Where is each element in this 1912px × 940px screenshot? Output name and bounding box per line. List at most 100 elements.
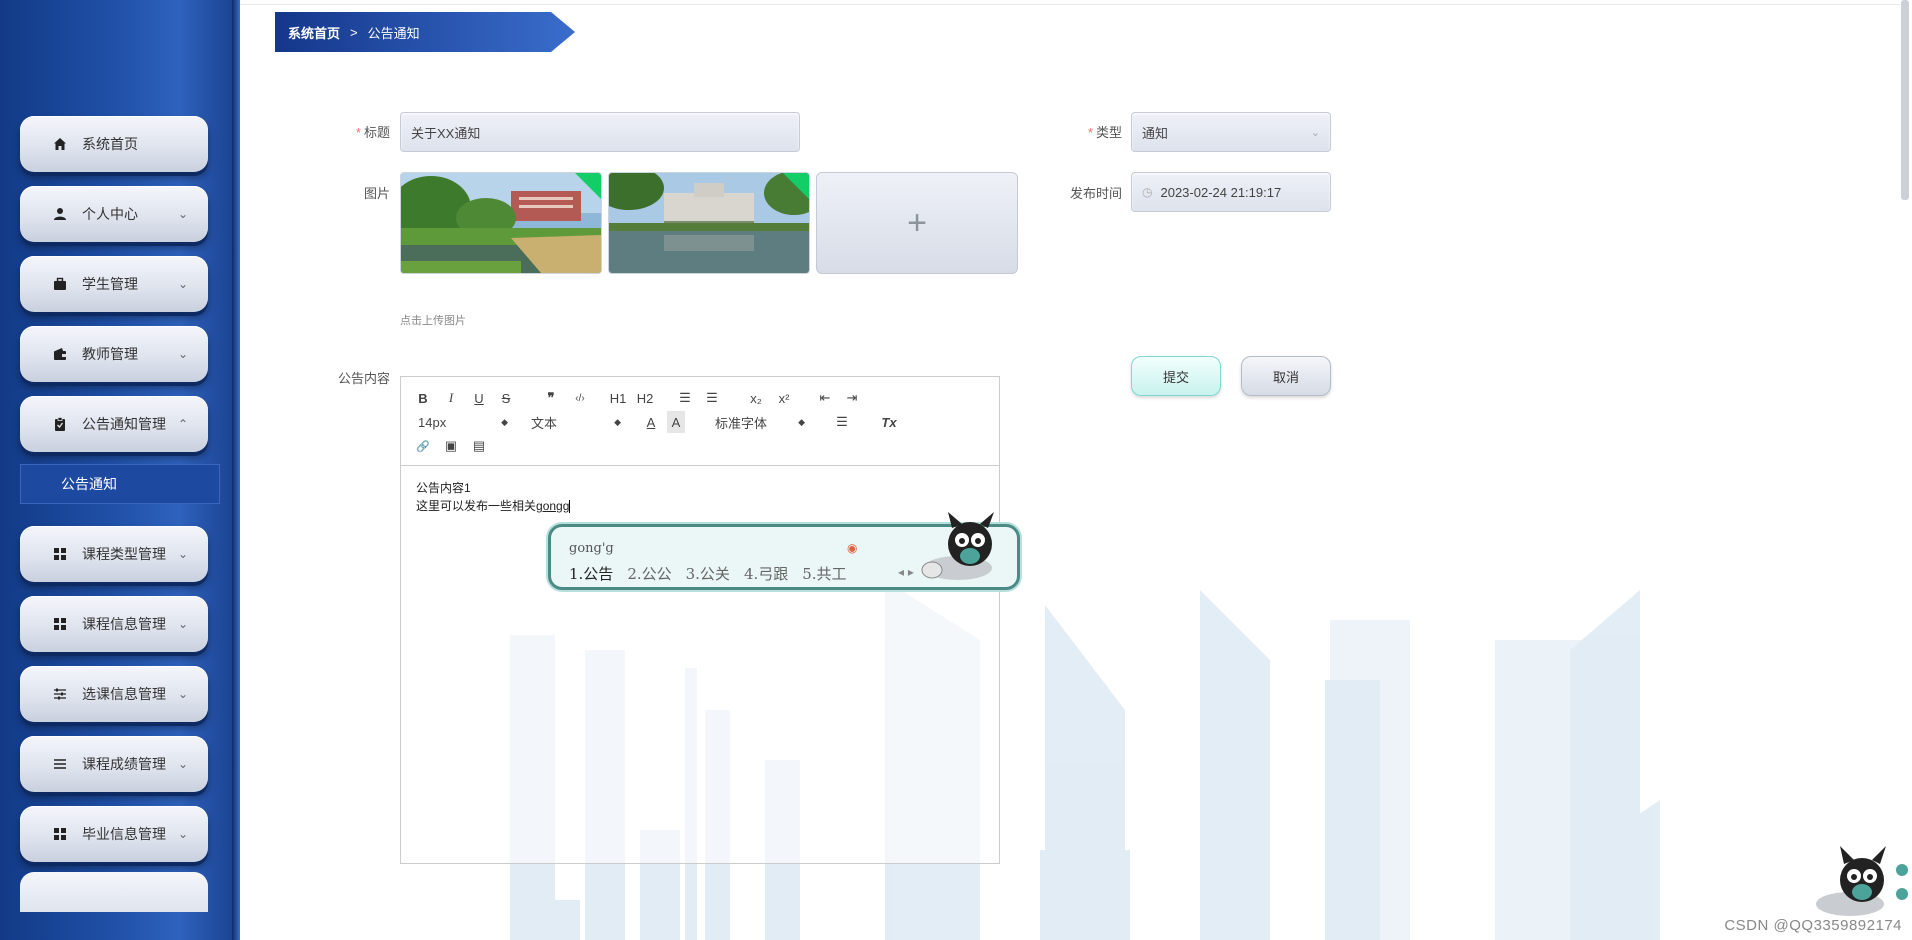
chevron-down-icon: ⌄ — [177, 347, 189, 361]
sidebar-item-course-info-management[interactable]: 课程信息管理 ⌄ — [20, 596, 208, 652]
content-label: 公告内容 — [337, 371, 390, 386]
uploaded-image-1[interactable] — [400, 172, 602, 274]
sidebar-item-course-type-management[interactable]: 课程类型管理 ⌄ — [20, 526, 208, 582]
font-family-select[interactable]: 标准字体 ◆ — [711, 411, 807, 433]
editor-content[interactable]: 公告内容1 这里可以发布一些相关gongg — [416, 479, 571, 515]
quote-button[interactable]: ❞ — [541, 387, 561, 409]
home-icon — [50, 134, 70, 154]
superscript-button[interactable]: x² — [773, 387, 795, 409]
user-icon — [50, 204, 70, 224]
clock-icon: ◷ — [1142, 185, 1153, 199]
scrollbar[interactable] — [1901, 0, 1909, 200]
code-button[interactable]: ‹/› — [569, 387, 591, 409]
wallet-icon — [50, 344, 70, 364]
image-label: 图片 — [363, 186, 390, 201]
sidebar-item-grade-management[interactable]: 课程成绩管理 ⌄ — [20, 736, 208, 792]
briefcase-icon — [50, 274, 70, 294]
publish-time-input[interactable]: ◷ 2023-02-24 21:19:17 — [1131, 172, 1331, 212]
ime-candidate[interactable]: 2.公公 — [627, 563, 671, 584]
grid-icon — [50, 824, 70, 844]
sidebar: 系统首页 个人中心 ⌄ 学生管理 ⌄ 教师管理 ⌄ 公告通知管理 ⌃ 公告通知 — [0, 0, 240, 940]
chevron-down-icon: ⌄ — [177, 687, 189, 701]
sidebar-item-label: 选课信息管理 — [82, 686, 166, 702]
grid-icon — [50, 544, 70, 564]
ime-candidate[interactable]: 5.共工 — [802, 563, 846, 584]
grid-icon — [50, 614, 70, 634]
sliders-icon — [50, 684, 70, 704]
chevron-down-icon: ⌄ — [177, 547, 189, 561]
submit-button[interactable]: 提交 — [1131, 356, 1221, 396]
upload-image-button[interactable]: + — [816, 172, 1018, 274]
bold-button[interactable]: B — [414, 387, 432, 409]
sidebar-item-personal-center[interactable]: 个人中心 ⌄ — [20, 186, 208, 242]
sidebar-item-partial[interactable] — [20, 872, 208, 912]
uploaded-image-2[interactable] — [608, 172, 810, 274]
ordered-list-button[interactable]: ☰ — [676, 387, 694, 409]
chevron-down-icon: ⌄ — [177, 827, 189, 841]
cat-mascot-icon — [921, 512, 994, 580]
type-label: * 类型 — [1087, 125, 1122, 140]
strike-button[interactable]: S — [497, 387, 515, 409]
clipboard-icon — [50, 414, 70, 434]
subscript-button[interactable]: x₂ — [745, 387, 767, 409]
required-mark: * — [355, 125, 361, 140]
ime-candidate[interactable]: 1.公告 — [569, 563, 613, 584]
indent-button[interactable]: ⇥ — [842, 387, 862, 409]
video-button[interactable]: ▤ — [470, 435, 488, 457]
breadcrumb-current: 公告通知 — [367, 25, 420, 41]
ime-candidate[interactable]: 4.弓跟 — [744, 563, 788, 584]
select-arrow-icon: ◆ — [798, 416, 805, 427]
header-select[interactable]: 文本 ◆ — [527, 411, 623, 433]
ime-candidate[interactable]: 3.公关 — [686, 563, 730, 584]
watermark: CSDN @QQ3359892174 — [1724, 917, 1902, 934]
underline-button[interactable]: U — [470, 387, 488, 409]
bullet-list-button[interactable]: ☰ — [703, 387, 721, 409]
upload-hint: 点击上传图片 — [400, 315, 466, 327]
background-color-button[interactable]: A — [667, 411, 685, 433]
sidebar-item-graduation-management[interactable]: 毕业信息管理 ⌄ — [20, 806, 208, 862]
sidebar-item-label: 个人中心 — [82, 206, 138, 222]
editor-toolbar: B I U S ❞ ‹/› H1 H2 ☰ ☰ x₂ x² ⇤ ⇥ 14px ◆ … — [401, 377, 999, 466]
h1-button[interactable]: H1 — [607, 387, 629, 409]
eye-icon[interactable]: ◉ — [847, 541, 857, 555]
chevron-down-icon: ⌄ — [177, 207, 189, 221]
h2-button[interactable]: H2 — [634, 387, 656, 409]
clear-format-button[interactable]: Tx — [879, 411, 899, 433]
chevron-down-icon: ⌄ — [1310, 126, 1320, 139]
title-label: * 标题 — [355, 125, 390, 140]
align-button[interactable]: ☰ — [833, 411, 851, 433]
list-icon — [50, 754, 70, 774]
content-line-2: 这里可以发布一些相关gongg — [416, 499, 571, 514]
select-arrow-icon: ◆ — [614, 416, 621, 427]
sidebar-item-teacher-management[interactable]: 教师管理 ⌄ — [20, 326, 208, 382]
italic-button[interactable]: I — [442, 387, 460, 409]
title-input[interactable]: 关于XX通知 — [400, 112, 800, 152]
campus-photo-1 — [401, 173, 601, 273]
sidebar-item-home[interactable]: 系统首页 — [20, 116, 208, 172]
sidebar-item-enrollment-management[interactable]: 选课信息管理 ⌄ — [20, 666, 208, 722]
sidebar-item-label: 课程类型管理 — [82, 546, 166, 562]
outdent-button[interactable]: ⇤ — [815, 387, 835, 409]
ime-composition: gong'g — [569, 541, 614, 556]
chevron-up-icon: ⌃ — [177, 417, 189, 431]
cancel-button[interactable]: 取消 — [1241, 356, 1331, 396]
sidebar-item-notice-management[interactable]: 公告通知管理 ⌃ — [20, 396, 208, 452]
sidebar-item-label: 课程信息管理 — [82, 616, 166, 632]
image-button[interactable]: ▣ — [442, 435, 460, 457]
top-divider — [240, 4, 1900, 5]
chevron-down-icon: ⌄ — [177, 617, 189, 631]
font-color-button[interactable]: A — [642, 411, 660, 433]
breadcrumb-home[interactable]: 系统首页 — [288, 23, 340, 42]
text-caret — [569, 500, 571, 514]
type-select[interactable]: 通知 ⌄ — [1131, 112, 1331, 152]
ime-page-arrows[interactable]: ◂ ▸ — [898, 565, 914, 579]
link-button[interactable]: 🔗 — [414, 435, 432, 457]
font-size-select[interactable]: 14px ◆ — [414, 411, 510, 433]
sidebar-item-student-management[interactable]: 学生管理 ⌄ — [20, 256, 208, 312]
plus-icon: + — [907, 203, 927, 242]
campus-photo-2 — [609, 173, 809, 273]
breadcrumb: 系统首页 > 公告通知 — [275, 12, 575, 52]
sidebar-subitem-notice[interactable]: 公告通知 — [20, 464, 220, 504]
ime-candidates: 1.公告 2.公公 3.公关 4.弓跟 5.共工 — [569, 563, 847, 584]
chevron-down-icon: ⌄ — [177, 277, 189, 291]
